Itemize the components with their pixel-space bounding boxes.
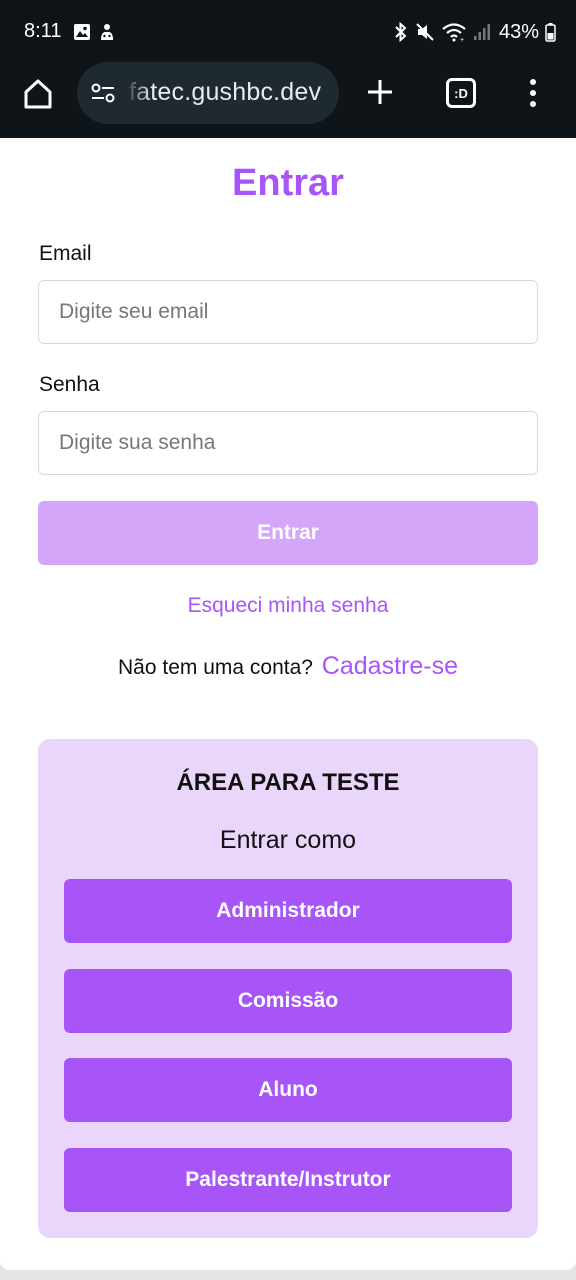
- signal-icon: [473, 22, 491, 42]
- login-page: Entrar Email Senha Entrar Esqueci minha …: [0, 138, 576, 1270]
- signup-link[interactable]: Cadastre-se: [322, 652, 458, 680]
- test-area-subtitle: Entrar como: [219, 826, 357, 854]
- test-area-panel: ÁREA PARA TESTE Entrar como Administrado…: [38, 739, 538, 1238]
- status-icons: + 43%: [393, 20, 556, 44]
- svg-text:+: +: [460, 37, 464, 42]
- forgot-password-link[interactable]: Esqueci minha senha: [0, 594, 576, 618]
- battery-icon: [545, 22, 556, 42]
- test-area-title: ÁREA PARA TESTE: [176, 769, 400, 796]
- login-as-speaker-button[interactable]: Palestrante/Instrutor: [64, 1148, 512, 1212]
- page-title: Entrar: [232, 162, 344, 204]
- email-label: Email: [39, 242, 92, 265]
- bluetooth-icon: [393, 22, 409, 42]
- status-bar: 8:11 + 43%: [0, 0, 576, 62]
- more-options-icon[interactable]: [528, 78, 538, 113]
- login-as-admin-button[interactable]: Administrador: [64, 879, 512, 943]
- wifi-icon: +: [441, 22, 467, 42]
- url-fade: [125, 62, 151, 124]
- login-as-student-button[interactable]: Aluno: [64, 1058, 512, 1122]
- site-settings-icon[interactable]: [90, 81, 116, 110]
- status-time: 8:11: [24, 20, 62, 42]
- battery-percentage: 43%: [498, 20, 539, 43]
- login-as-commission-button[interactable]: Comissão: [64, 969, 512, 1033]
- home-icon[interactable]: [20, 76, 56, 112]
- browser-toolbar: fatec.gushbc.dev :D: [0, 62, 576, 138]
- new-tab-icon[interactable]: [364, 76, 396, 113]
- address-bar[interactable]: fatec.gushbc.dev: [77, 62, 339, 124]
- mute-icon: [415, 22, 435, 42]
- password-field[interactable]: [38, 411, 538, 475]
- login-button[interactable]: Entrar: [38, 501, 538, 565]
- password-label: Senha: [39, 373, 100, 396]
- tab-switcher-button[interactable]: :D: [446, 78, 476, 108]
- gallery-notification-icon: [73, 23, 91, 46]
- no-account-text: Não tem uma conta?: [118, 656, 313, 679]
- app-notification-icon: [98, 22, 116, 47]
- url-text[interactable]: fatec.gushbc.dev: [129, 78, 321, 107]
- signup-row: Não tem uma conta? Cadastre-se: [0, 652, 576, 681]
- email-field[interactable]: [38, 280, 538, 344]
